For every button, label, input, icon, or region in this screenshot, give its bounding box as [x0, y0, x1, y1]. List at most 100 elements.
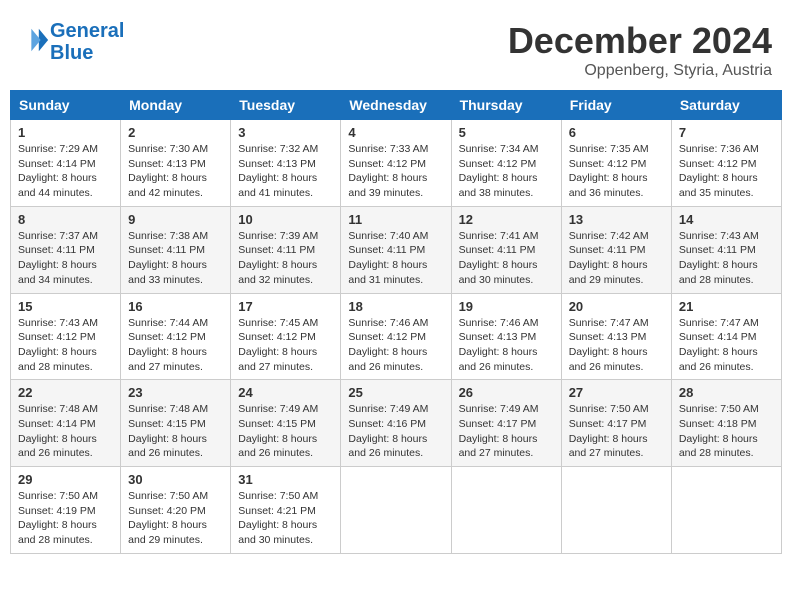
- col-monday: Monday: [121, 91, 231, 120]
- day-cell: 11 Sunrise: 7:40 AM Sunset: 4:11 PM Dayl…: [341, 206, 451, 293]
- col-saturday: Saturday: [671, 91, 781, 120]
- day-number: 21: [679, 299, 774, 314]
- cell-info: Sunrise: 7:38 AM Sunset: 4:11 PM Dayligh…: [128, 229, 223, 288]
- logo: General Blue: [20, 20, 124, 64]
- week-row: 1 Sunrise: 7:29 AM Sunset: 4:14 PM Dayli…: [11, 120, 782, 207]
- day-cell: 4 Sunrise: 7:33 AM Sunset: 4:12 PM Dayli…: [341, 120, 451, 207]
- day-cell: 21 Sunrise: 7:47 AM Sunset: 4:14 PM Dayl…: [671, 293, 781, 380]
- col-thursday: Thursday: [451, 91, 561, 120]
- cell-info: Sunrise: 7:49 AM Sunset: 4:15 PM Dayligh…: [238, 402, 333, 461]
- day-number: 16: [128, 299, 223, 314]
- day-number: 26: [459, 385, 554, 400]
- day-number: 2: [128, 125, 223, 140]
- empty-cell: [341, 467, 451, 554]
- day-cell: 10 Sunrise: 7:39 AM Sunset: 4:11 PM Dayl…: [231, 206, 341, 293]
- day-number: 3: [238, 125, 333, 140]
- day-cell: 24 Sunrise: 7:49 AM Sunset: 4:15 PM Dayl…: [231, 380, 341, 467]
- cell-info: Sunrise: 7:48 AM Sunset: 4:14 PM Dayligh…: [18, 402, 113, 461]
- day-number: 29: [18, 472, 113, 487]
- cell-info: Sunrise: 7:50 AM Sunset: 4:17 PM Dayligh…: [569, 402, 664, 461]
- day-cell: 16 Sunrise: 7:44 AM Sunset: 4:12 PM Dayl…: [121, 293, 231, 380]
- day-number: 10: [238, 212, 333, 227]
- cell-info: Sunrise: 7:30 AM Sunset: 4:13 PM Dayligh…: [128, 142, 223, 201]
- cell-info: Sunrise: 7:41 AM Sunset: 4:11 PM Dayligh…: [459, 229, 554, 288]
- col-friday: Friday: [561, 91, 671, 120]
- cell-info: Sunrise: 7:47 AM Sunset: 4:13 PM Dayligh…: [569, 316, 664, 375]
- day-number: 18: [348, 299, 443, 314]
- empty-cell: [671, 467, 781, 554]
- day-number: 14: [679, 212, 774, 227]
- week-row: 22 Sunrise: 7:48 AM Sunset: 4:14 PM Dayl…: [11, 380, 782, 467]
- day-cell: 2 Sunrise: 7:30 AM Sunset: 4:13 PM Dayli…: [121, 120, 231, 207]
- week-row: 15 Sunrise: 7:43 AM Sunset: 4:12 PM Dayl…: [11, 293, 782, 380]
- day-number: 24: [238, 385, 333, 400]
- day-cell: 22 Sunrise: 7:48 AM Sunset: 4:14 PM Dayl…: [11, 380, 121, 467]
- day-cell: 7 Sunrise: 7:36 AM Sunset: 4:12 PM Dayli…: [671, 120, 781, 207]
- day-number: 19: [459, 299, 554, 314]
- day-number: 11: [348, 212, 443, 227]
- day-cell: 27 Sunrise: 7:50 AM Sunset: 4:17 PM Dayl…: [561, 380, 671, 467]
- cell-info: Sunrise: 7:50 AM Sunset: 4:20 PM Dayligh…: [128, 489, 223, 548]
- cell-info: Sunrise: 7:42 AM Sunset: 4:11 PM Dayligh…: [569, 229, 664, 288]
- calendar-header-row: Sunday Monday Tuesday Wednesday Thursday…: [11, 91, 782, 120]
- day-number: 1: [18, 125, 113, 140]
- day-number: 27: [569, 385, 664, 400]
- day-cell: 14 Sunrise: 7:43 AM Sunset: 4:11 PM Dayl…: [671, 206, 781, 293]
- day-cell: 28 Sunrise: 7:50 AM Sunset: 4:18 PM Dayl…: [671, 380, 781, 467]
- day-cell: 17 Sunrise: 7:45 AM Sunset: 4:12 PM Dayl…: [231, 293, 341, 380]
- day-number: 8: [18, 212, 113, 227]
- day-cell: 19 Sunrise: 7:46 AM Sunset: 4:13 PM Dayl…: [451, 293, 561, 380]
- cell-info: Sunrise: 7:47 AM Sunset: 4:14 PM Dayligh…: [679, 316, 774, 375]
- calendar-table: Sunday Monday Tuesday Wednesday Thursday…: [10, 90, 782, 554]
- col-sunday: Sunday: [11, 91, 121, 120]
- day-cell: 30 Sunrise: 7:50 AM Sunset: 4:20 PM Dayl…: [121, 467, 231, 554]
- cell-info: Sunrise: 7:29 AM Sunset: 4:14 PM Dayligh…: [18, 142, 113, 201]
- cell-info: Sunrise: 7:33 AM Sunset: 4:12 PM Dayligh…: [348, 142, 443, 201]
- day-number: 7: [679, 125, 774, 140]
- day-cell: 13 Sunrise: 7:42 AM Sunset: 4:11 PM Dayl…: [561, 206, 671, 293]
- cell-info: Sunrise: 7:48 AM Sunset: 4:15 PM Dayligh…: [128, 402, 223, 461]
- day-number: 23: [128, 385, 223, 400]
- day-cell: 18 Sunrise: 7:46 AM Sunset: 4:12 PM Dayl…: [341, 293, 451, 380]
- cell-info: Sunrise: 7:43 AM Sunset: 4:12 PM Dayligh…: [18, 316, 113, 375]
- day-cell: 9 Sunrise: 7:38 AM Sunset: 4:11 PM Dayli…: [121, 206, 231, 293]
- month-title: December 2024: [508, 20, 772, 62]
- logo-text: General Blue: [50, 20, 124, 64]
- day-cell: 31 Sunrise: 7:50 AM Sunset: 4:21 PM Dayl…: [231, 467, 341, 554]
- day-cell: 3 Sunrise: 7:32 AM Sunset: 4:13 PM Dayli…: [231, 120, 341, 207]
- day-cell: 15 Sunrise: 7:43 AM Sunset: 4:12 PM Dayl…: [11, 293, 121, 380]
- cell-info: Sunrise: 7:46 AM Sunset: 4:12 PM Dayligh…: [348, 316, 443, 375]
- day-cell: 1 Sunrise: 7:29 AM Sunset: 4:14 PM Dayli…: [11, 120, 121, 207]
- day-number: 13: [569, 212, 664, 227]
- day-cell: 20 Sunrise: 7:47 AM Sunset: 4:13 PM Dayl…: [561, 293, 671, 380]
- week-row: 29 Sunrise: 7:50 AM Sunset: 4:19 PM Dayl…: [11, 467, 782, 554]
- logo-icon: [22, 26, 50, 54]
- title-block: December 2024 Oppenberg, Styria, Austria: [508, 20, 772, 80]
- day-number: 12: [459, 212, 554, 227]
- cell-info: Sunrise: 7:50 AM Sunset: 4:19 PM Dayligh…: [18, 489, 113, 548]
- cell-info: Sunrise: 7:37 AM Sunset: 4:11 PM Dayligh…: [18, 229, 113, 288]
- empty-cell: [451, 467, 561, 554]
- day-number: 6: [569, 125, 664, 140]
- day-number: 17: [238, 299, 333, 314]
- day-number: 31: [238, 472, 333, 487]
- cell-info: Sunrise: 7:34 AM Sunset: 4:12 PM Dayligh…: [459, 142, 554, 201]
- day-cell: 23 Sunrise: 7:48 AM Sunset: 4:15 PM Dayl…: [121, 380, 231, 467]
- empty-cell: [561, 467, 671, 554]
- day-cell: 25 Sunrise: 7:49 AM Sunset: 4:16 PM Dayl…: [341, 380, 451, 467]
- cell-info: Sunrise: 7:50 AM Sunset: 4:21 PM Dayligh…: [238, 489, 333, 548]
- day-number: 15: [18, 299, 113, 314]
- week-row: 8 Sunrise: 7:37 AM Sunset: 4:11 PM Dayli…: [11, 206, 782, 293]
- col-wednesday: Wednesday: [341, 91, 451, 120]
- day-number: 5: [459, 125, 554, 140]
- day-cell: 5 Sunrise: 7:34 AM Sunset: 4:12 PM Dayli…: [451, 120, 561, 207]
- day-number: 4: [348, 125, 443, 140]
- cell-info: Sunrise: 7:45 AM Sunset: 4:12 PM Dayligh…: [238, 316, 333, 375]
- day-cell: 29 Sunrise: 7:50 AM Sunset: 4:19 PM Dayl…: [11, 467, 121, 554]
- location-title: Oppenberg, Styria, Austria: [508, 62, 772, 80]
- cell-info: Sunrise: 7:43 AM Sunset: 4:11 PM Dayligh…: [679, 229, 774, 288]
- day-cell: 12 Sunrise: 7:41 AM Sunset: 4:11 PM Dayl…: [451, 206, 561, 293]
- day-number: 28: [679, 385, 774, 400]
- cell-info: Sunrise: 7:36 AM Sunset: 4:12 PM Dayligh…: [679, 142, 774, 201]
- day-number: 9: [128, 212, 223, 227]
